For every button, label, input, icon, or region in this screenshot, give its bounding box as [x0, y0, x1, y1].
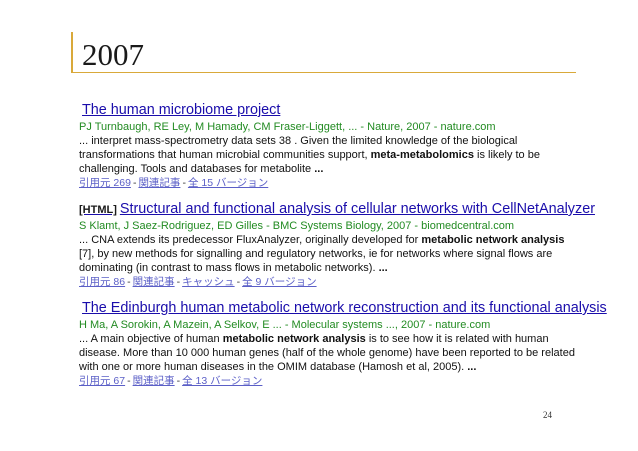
result-snippet: ... CNA extends its predecessor FluxAnal… [79, 233, 579, 275]
result-links: 引用元 269- 関連記事 - 全 15 バージョン [79, 176, 579, 191]
link-separator: - [236, 276, 241, 288]
page-number: 24 [543, 410, 552, 420]
result-snippet: ... A main objective of human metabolic … [79, 332, 579, 374]
slide-title: 2007 [82, 37, 144, 72]
snippet-highlight: ... [314, 163, 324, 175]
result-snippet: ... interpret mass-spectrometry data set… [79, 134, 579, 176]
result-title: The human microbiome project [82, 102, 281, 118]
snippet-highlight: metabolic network analysis [421, 234, 565, 246]
search-result: [HTML] Structural and functional analysis… [79, 201, 595, 290]
slide-accent-bar [71, 32, 73, 73]
result-footer-link[interactable]: 全 9 バージョン [242, 276, 316, 288]
snippet-highlight: ... [467, 361, 477, 373]
result-title-link[interactable]: The Edinburgh human metabolic network re… [79, 300, 607, 318]
result-footer-link[interactable]: キャッシュ [182, 276, 235, 288]
snippet-text: ... CNA extends its predecessor FluxAnal… [79, 234, 422, 246]
result-footer-link[interactable]: 引用元 269 [79, 177, 131, 189]
result-footer-link[interactable]: 全 13 バージョン [182, 375, 262, 387]
link-separator: - [176, 375, 181, 387]
result-title: The Edinburgh human metabolic network re… [82, 300, 607, 316]
snippet-highlight: meta-metabolomics [370, 149, 474, 161]
search-result: The Edinburgh human metabolic network re… [79, 300, 607, 389]
snippet-text: [7], by new methods for signalling and r… [79, 248, 553, 274]
result-footer-link[interactable]: 関連記事 [138, 177, 180, 189]
link-separator: - [132, 177, 137, 189]
result-footer-link[interactable]: 関連記事 [133, 276, 175, 288]
result-footer-link[interactable]: 全 15 バージョン [188, 177, 268, 189]
result-title: Structural and functional analysis of ce… [119, 201, 595, 217]
result-footer-link[interactable]: 引用元 67 [79, 375, 125, 387]
search-result: The human microbiome project PJ Turnbaug… [79, 102, 579, 191]
link-separator: - [182, 177, 186, 189]
result-links: 引用元 67- 関連記事 - 全 13 バージョン [79, 374, 579, 389]
result-meta: H Ma, A Sorokin, A Mazein, A Selkov, E .… [79, 319, 491, 331]
result-footer-link[interactable]: 関連記事 [133, 375, 175, 387]
result-type-tag: [HTML] [79, 204, 117, 216]
search-results: The human microbiome project PJ Turnbaug… [79, 102, 607, 399]
snippet-highlight: metabolic network analysis [222, 333, 366, 345]
link-separator: - [127, 375, 131, 387]
result-links: 引用元 86- 関連記事 - キャッシュ - 全 9 バージョン [79, 275, 579, 290]
link-separator: - [176, 276, 181, 288]
snippet-highlight: ... [378, 262, 388, 274]
result-meta: S Klamt, J Saez-Rodriguez, ED Gilles - B… [79, 220, 515, 232]
result-meta: PJ Turnbaugh, RE Ley, M Hamady, CM Frase… [79, 121, 496, 133]
slide-title-rule [71, 72, 576, 73]
snippet-text: ... A main objective of human [79, 333, 223, 345]
result-footer-link[interactable]: 引用元 86 [79, 276, 125, 288]
result-title-link[interactable]: The human microbiome project [79, 102, 579, 120]
link-separator: - [127, 276, 131, 288]
result-title-link[interactable]: [HTML] Structural and functional analysis… [79, 201, 595, 219]
